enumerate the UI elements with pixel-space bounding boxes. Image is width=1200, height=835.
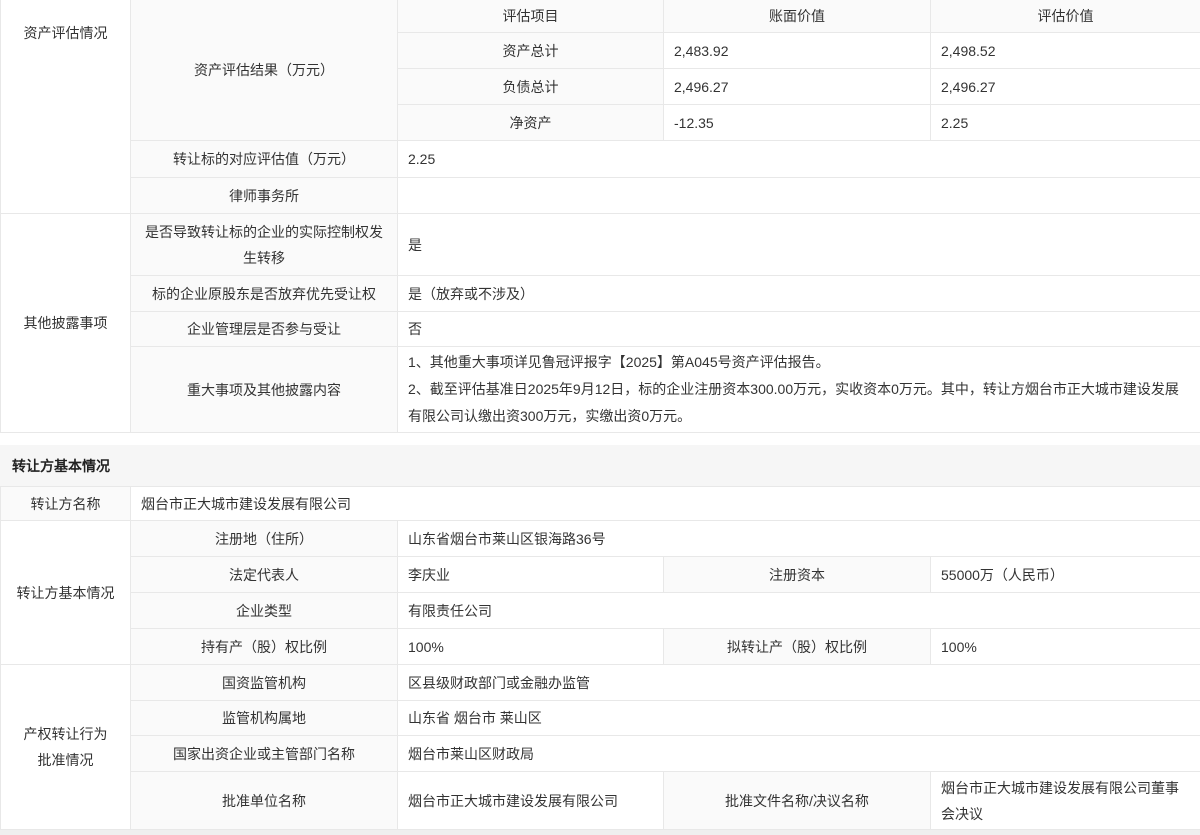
field-value-target-assessed-value: 2.25: [398, 141, 1200, 178]
field-value-control-transfer: 是: [398, 214, 1200, 276]
field-label-registered-address: 注册地（住所）: [131, 521, 398, 557]
field-value-enterprise-type: 有限责任公司: [398, 593, 1200, 629]
field-label-control-transfer: 是否导致转让标的企业的实际控制权发生转移: [131, 214, 398, 276]
column-header-book-value: 账面价值: [664, 0, 931, 33]
disclosure-page: 资产评估情况 其他披露事项 资产评估结果（万元） 评估项目 账面价值 评估价值 …: [0, 0, 1200, 830]
assessment-item-total-assets: 资产总计: [398, 33, 664, 69]
field-value-legal-representative: 李庆业: [398, 557, 664, 593]
field-value-transfer-equity-ratio: 100%: [931, 629, 1200, 665]
section-label-other-disclosures: 其他披露事项: [1, 214, 131, 433]
major-matters-line-1: 1、其他重大事项详见鲁冠评报字【2025】第A045号资产评估报告。: [408, 349, 830, 376]
section-header-transferor-basic-info: 转让方基本情况: [0, 445, 1200, 487]
book-value-total-liabilities: 2,496.27: [664, 69, 931, 105]
field-label-approval-document: 批准文件名称/决议名称: [664, 772, 931, 830]
field-label-assessment-result: 资产评估结果（万元）: [131, 0, 398, 141]
section-label-transferor-basic-info: 转让方基本情况: [1, 521, 131, 665]
transferor-info-table: 转让方名称 烟台市正大城市建设发展有限公司 转让方基本情况 产权转让行为 批准情…: [0, 487, 1200, 830]
major-matters-line-2: 2、截至评估基准日2025年9月12日，标的企业注册资本300.00万元，实收资…: [408, 376, 1190, 430]
field-label-supervision-agency: 国资监管机构: [131, 665, 398, 701]
field-value-agency-location: 山东省 烟台市 莱山区: [398, 701, 1200, 736]
book-value-total-assets: 2,483.92: [664, 33, 931, 69]
section-label-asset-evaluation: 资产评估情况: [1, 0, 131, 214]
field-value-supervision-agency: 区县级财政部门或金融办监管: [398, 665, 1200, 701]
field-label-held-equity-ratio: 持有产（股）权比例: [131, 629, 398, 665]
field-label-legal-representative: 法定代表人: [131, 557, 398, 593]
column-header-assessment-item: 评估项目: [398, 0, 664, 33]
field-value-registered-address: 山东省烟台市莱山区银海路36号: [398, 521, 1200, 557]
field-value-state-funded-enterprise: 烟台市莱山区财政局: [398, 736, 1200, 772]
field-label-major-matters: 重大事项及其他披露内容: [131, 347, 398, 433]
field-label-state-funded-enterprise: 国家出资企业或主管部门名称: [131, 736, 398, 772]
field-label-transfer-equity-ratio: 拟转让产（股）权比例: [664, 629, 931, 665]
field-value-law-firm: [398, 178, 1200, 214]
column-header-assessed-value: 评估价值: [931, 0, 1200, 33]
field-label-enterprise-type: 企业类型: [131, 593, 398, 629]
table-separator: [0, 433, 1200, 445]
field-label-transferor-name: 转让方名称: [1, 487, 131, 521]
field-label-preemptive-right-waiver: 标的企业原股东是否放弃优先受让权: [131, 276, 398, 312]
field-value-held-equity-ratio: 100%: [398, 629, 664, 665]
assessed-value-total-assets: 2,498.52: [931, 33, 1200, 69]
assessment-item-total-liabilities: 负债总计: [398, 69, 664, 105]
field-label-approval-unit: 批准单位名称: [131, 772, 398, 830]
field-label-target-assessed-value: 转让标的对应评估值（万元）: [131, 141, 398, 178]
field-label-agency-location: 监管机构属地: [131, 701, 398, 736]
field-value-approval-unit: 烟台市正大城市建设发展有限公司: [398, 772, 664, 830]
field-value-major-matters: 1、其他重大事项详见鲁冠评报字【2025】第A045号资产评估报告。 2、截至评…: [398, 347, 1200, 433]
assessment-item-net-assets: 净资产: [398, 105, 664, 141]
field-label-law-firm: 律师事务所: [131, 178, 398, 214]
field-label-management-participation: 企业管理层是否参与受让: [131, 312, 398, 347]
field-value-approval-document: 烟台市正大城市建设发展有限公司董事会决议: [931, 772, 1200, 830]
assessed-value-net-assets: 2.25: [931, 105, 1200, 141]
section-label-transfer-approval: 产权转让行为 批准情况: [1, 665, 131, 830]
field-value-transferor-name: 烟台市正大城市建设发展有限公司: [131, 487, 1200, 521]
field-value-preemptive-right-waiver: 是（放弃或不涉及）: [398, 276, 1200, 312]
field-value-management-participation: 否: [398, 312, 1200, 347]
assessed-value-total-liabilities: 2,496.27: [931, 69, 1200, 105]
field-value-registered-capital: 55000万（人民币）: [931, 557, 1200, 593]
asset-evaluation-table: 资产评估情况 其他披露事项 资产评估结果（万元） 评估项目 账面价值 评估价值 …: [0, 0, 1200, 433]
book-value-net-assets: -12.35: [664, 105, 931, 141]
field-label-registered-capital: 注册资本: [664, 557, 931, 593]
